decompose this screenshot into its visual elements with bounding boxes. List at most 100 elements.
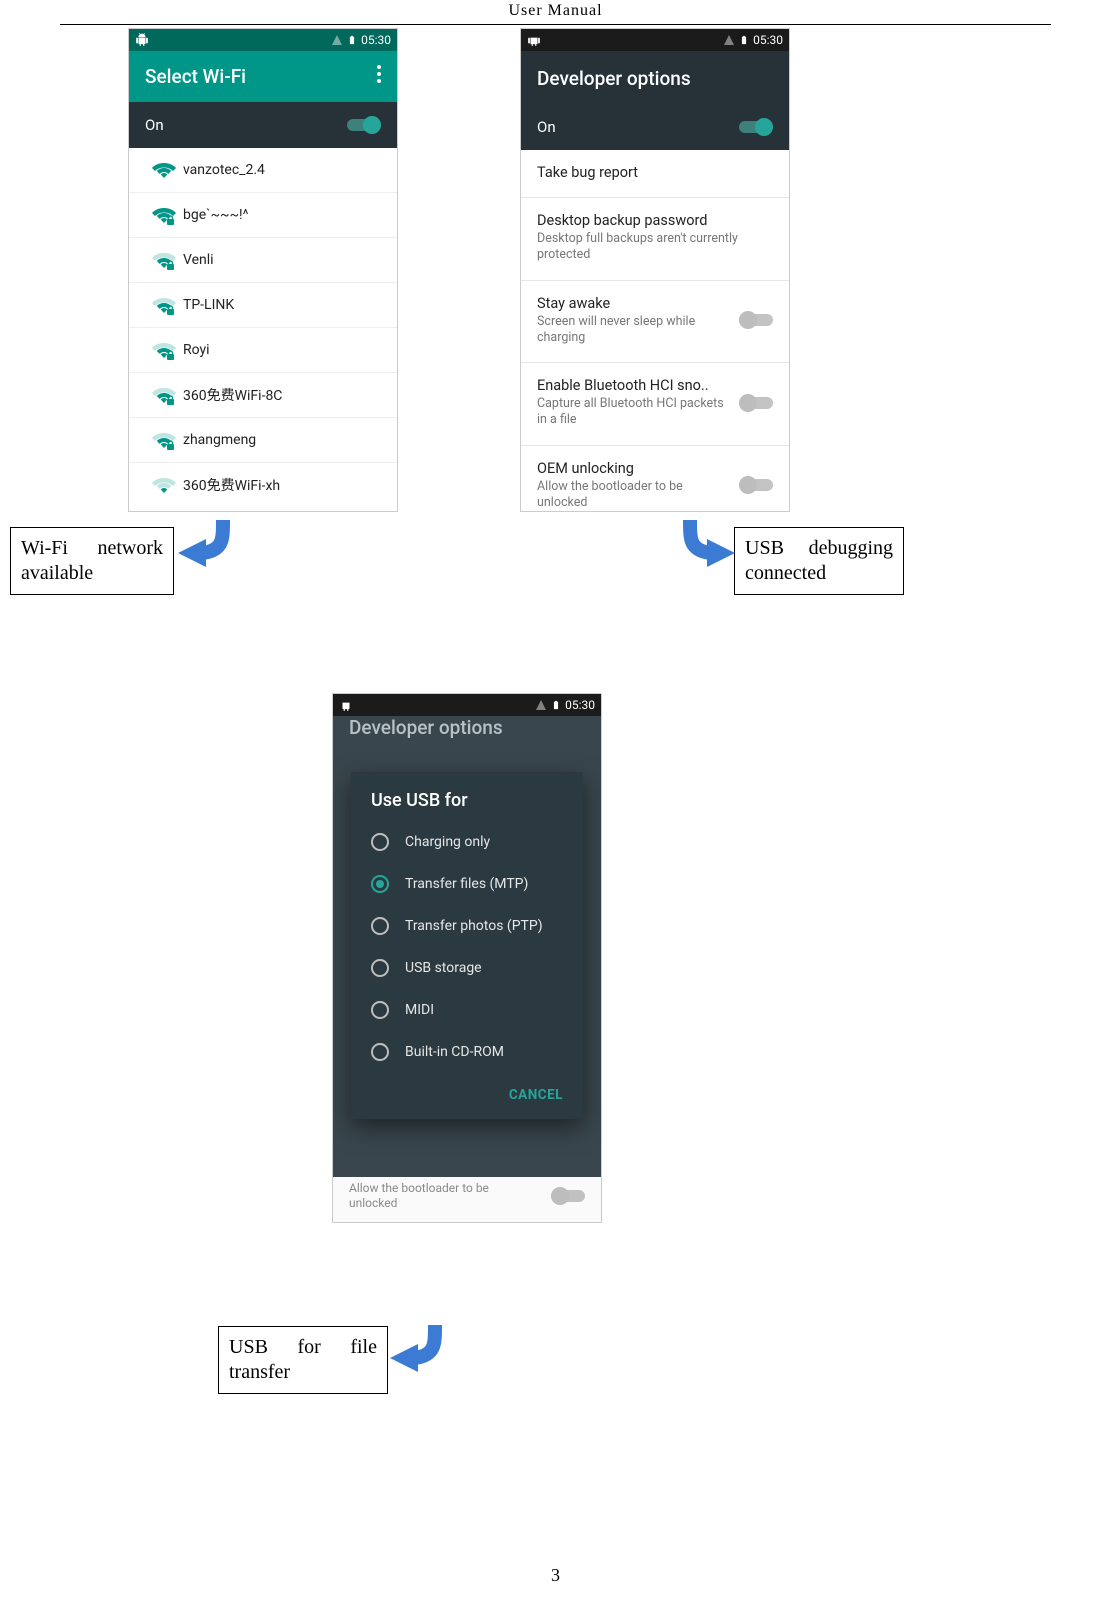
radio-icon[interactable]	[371, 1001, 389, 1019]
dev-item-toggle[interactable]	[739, 311, 773, 329]
dev-header-title: Developer options	[537, 67, 691, 90]
dev-item-subtitle: Capture all Bluetooth HCI packets in a f…	[537, 396, 729, 429]
dev-on-row[interactable]: On	[521, 108, 789, 150]
dev-item-title: Take bug report	[537, 164, 773, 181]
usb-option-label: Transfer photos (PTP)	[405, 918, 543, 934]
dev-item-title: Desktop backup password	[537, 212, 773, 229]
wifi-network-item[interactable]: zhangmeng	[129, 418, 397, 463]
battery-icon	[347, 33, 357, 47]
no-sim-icon	[331, 34, 343, 46]
arrow-icon	[390, 1320, 460, 1380]
dev-on-label: On	[537, 118, 556, 136]
arrow-icon	[178, 515, 248, 575]
usb-dialog-screenshot: 05:30 Developer options Use USB for Char…	[332, 693, 602, 1223]
wifi-signal-icon	[145, 430, 183, 450]
wifi-header: Select Wi-Fi	[129, 51, 397, 102]
dev-item-toggle[interactable]	[739, 476, 773, 494]
radio-icon[interactable]	[371, 833, 389, 851]
dev-item-toggle[interactable]	[739, 394, 773, 412]
dev-option-item[interactable]: OEM unlocking Allow the bootloader to be …	[521, 446, 789, 513]
usb-option-item[interactable]: USB storage	[351, 947, 583, 989]
wifi-network-name: zhangmeng	[183, 432, 256, 448]
android-icon	[339, 698, 353, 712]
radio-icon[interactable]	[371, 959, 389, 977]
status-time: 05:30	[565, 698, 595, 712]
status-bar: 05:30	[333, 694, 601, 716]
callout-wifi-available: Wi-Fi network available	[10, 527, 174, 595]
doc-header: User Manual	[0, 0, 1111, 25]
dev-item-subtitle: Desktop full backups aren't currently pr…	[537, 231, 773, 264]
wifi-network-item[interactable]: TP-LINK	[129, 283, 397, 328]
wifi-on-row[interactable]: On	[129, 102, 397, 148]
wifi-toggle[interactable]	[347, 116, 381, 134]
dev-item-title: Stay awake	[537, 295, 729, 312]
usb-options-list: Charging only Transfer files (MTP) Transfe…	[351, 821, 583, 1073]
status-time: 05:30	[753, 33, 783, 47]
usb-option-item[interactable]: MIDI	[351, 989, 583, 1031]
wifi-network-name: vanzotec_2.4	[183, 162, 265, 178]
radio-icon[interactable]	[371, 875, 389, 893]
dev-item-title: OEM unlocking	[537, 460, 729, 477]
android-icon	[135, 33, 149, 47]
usb-dialog: Use USB for Charging onlyTransfer files …	[351, 772, 583, 1119]
no-sim-icon	[535, 699, 547, 711]
wifi-network-item[interactable]: 360免费WiFi-xh	[129, 463, 397, 507]
usb-strip-text: Allow the bootloader to be unlocked	[349, 1181, 509, 1212]
usb-bg-header: Developer options	[349, 716, 503, 739]
wifi-network-item[interactable]: bge`~~~!^	[129, 193, 397, 238]
dev-item-subtitle: Screen will never sleep while charging	[537, 314, 729, 347]
oem-toggle-dimmed	[551, 1187, 585, 1205]
dev-option-item[interactable]: Stay awake Screen will never sleep while …	[521, 281, 789, 364]
arrow-icon	[665, 515, 735, 575]
wifi-network-item[interactable]: 360免费WiFi-8C	[129, 373, 397, 418]
dev-option-item[interactable]: Take bug report	[521, 150, 789, 198]
usb-bottom-strip: Allow the bootloader to be unlocked	[333, 1177, 601, 1222]
wifi-network-item[interactable]: vanzotec_2.4	[129, 148, 397, 193]
usb-option-item[interactable]: Transfer files (MTP)	[351, 863, 583, 905]
android-icon	[527, 33, 541, 47]
page-number: 3	[551, 1565, 560, 1586]
wifi-signal-icon	[145, 205, 183, 225]
dev-item-subtitle: Allow the bootloader to be unlocked	[537, 479, 729, 512]
battery-icon	[739, 33, 749, 47]
callout-usb-debugging: USB debugging connected	[734, 527, 904, 595]
dev-header: Developer options	[521, 51, 789, 108]
dev-option-item[interactable]: Desktop backup password Desktop full back…	[521, 198, 789, 281]
usb-option-label: Transfer files (MTP)	[405, 876, 528, 892]
dev-item-title: Enable Bluetooth HCI sno..	[537, 377, 729, 394]
wifi-network-name: TP-LINK	[183, 297, 234, 313]
wifi-network-list: vanzotec_2.4 bge`~~~!^ Venli TP-LINK Royi 360…	[129, 148, 397, 507]
usb-option-item[interactable]: Built-in CD-ROM	[351, 1031, 583, 1073]
usb-option-item[interactable]: Transfer photos (PTP)	[351, 905, 583, 947]
wifi-signal-icon	[145, 160, 183, 180]
wifi-header-title: Select Wi-Fi	[145, 65, 246, 88]
usb-option-label: Charging only	[405, 834, 490, 850]
wifi-signal-icon	[145, 250, 183, 270]
usb-option-label: USB storage	[405, 960, 482, 976]
usb-option-label: MIDI	[405, 1002, 434, 1018]
wifi-network-name: bge`~~~!^	[183, 207, 249, 223]
developer-options-screenshot: 05:30 Developer options On Take bug repo…	[520, 28, 790, 512]
wifi-signal-icon	[145, 385, 183, 405]
radio-icon[interactable]	[371, 1043, 389, 1061]
usb-option-item[interactable]: Charging only	[351, 821, 583, 863]
overflow-menu-icon[interactable]	[377, 65, 381, 88]
no-sim-icon	[723, 34, 735, 46]
doc-header-rule	[60, 24, 1051, 25]
wifi-signal-icon	[145, 295, 183, 315]
wifi-network-name: 360免费WiFi-xh	[183, 475, 280, 495]
wifi-network-item[interactable]: Royi	[129, 328, 397, 373]
wifi-network-item[interactable]: Venli	[129, 238, 397, 283]
wifi-on-label: On	[145, 116, 164, 134]
usb-option-label: Built-in CD-ROM	[405, 1044, 504, 1060]
cancel-button[interactable]: CANCEL	[351, 1073, 583, 1113]
dev-toggle[interactable]	[739, 118, 773, 136]
wifi-signal-icon	[145, 475, 183, 495]
battery-icon	[551, 698, 561, 712]
status-bar: 05:30	[129, 29, 397, 51]
dev-option-item[interactable]: Enable Bluetooth HCI sno.. Capture all Bl…	[521, 363, 789, 446]
wifi-network-name: Royi	[183, 342, 210, 358]
wifi-screenshot: 05:30 Select Wi-Fi On vanzotec_2.4 bge`~~…	[128, 28, 398, 512]
radio-icon[interactable]	[371, 917, 389, 935]
status-bar: 05:30	[521, 29, 789, 51]
